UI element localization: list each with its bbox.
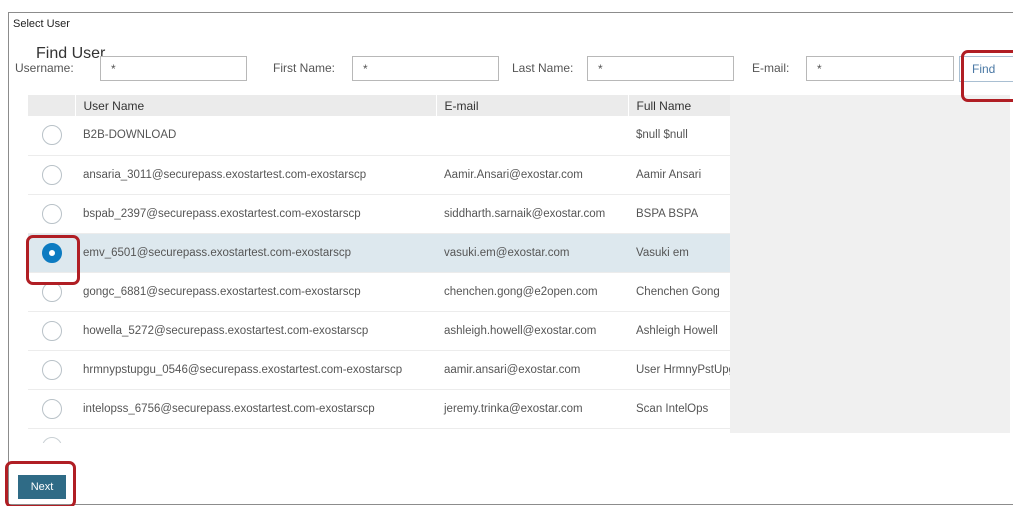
row-select-cell[interactable] <box>28 350 75 390</box>
fullname-cell: Scan IntelOps <box>628 389 730 429</box>
row-select-cell[interactable] <box>28 311 75 351</box>
email-cell: ashleigh.howell@exostar.com <box>436 311 628 351</box>
user-results-grid: User Name E-mail Full Name B2B-DOWNLOAD $… <box>28 95 730 433</box>
select-column-header <box>28 95 76 116</box>
fullname-cell: Chenchen Gong <box>628 272 730 312</box>
row-select-radio[interactable] <box>41 359 62 380</box>
email-cell: Aamir.Ansari@exostar.com <box>436 155 628 195</box>
row-select-radio[interactable] <box>41 281 62 302</box>
row-select-radio[interactable] <box>41 203 62 224</box>
table-row[interactable]: bspab_2397@securepass.exostartest.com-ex… <box>28 194 730 234</box>
row-select-cell[interactable] <box>28 272 75 312</box>
email-cell: siddharth.sarnaik@exostar.com <box>436 194 628 234</box>
row-select-cell[interactable] <box>28 233 75 273</box>
row-select-radio[interactable] <box>41 398 62 419</box>
email-cell <box>436 116 628 156</box>
username-cell: howella_5272@securepass.exostartest.com-… <box>75 311 436 351</box>
table-row[interactable]: howella_5272@securepass.exostartest.com-… <box>28 311 730 351</box>
last-name-label: Last Name: <box>512 61 574 75</box>
fullname-cell: Ashleigh Howell <box>628 311 730 351</box>
row-select-radio[interactable] <box>41 320 62 341</box>
last-name-input[interactable] <box>587 56 734 81</box>
email-label: E-mail: <box>752 61 790 75</box>
username-cell: emv_6501@securepass.exostartest.com-exos… <box>75 233 436 273</box>
search-criteria: Username: First Name: Last Name: E-mail: <box>0 56 1013 82</box>
email-cell: jeremy.trinka@exostar.com <box>436 389 628 429</box>
row-select-radio[interactable] <box>41 125 62 146</box>
username-cell: intelopss_6756@securepass.exostartest.co… <box>75 389 436 429</box>
table-row[interactable]: ansaria_3011@securepass.exostartest.com-… <box>28 155 730 195</box>
username-cell: ansaria_3011@securepass.exostartest.com-… <box>75 155 436 195</box>
first-name-input[interactable] <box>352 56 499 81</box>
fullname-cell: BSPA BSPA <box>628 194 730 234</box>
user-table: User Name E-mail Full Name B2B-DOWNLOAD $… <box>28 95 730 429</box>
table-header-row: User Name E-mail Full Name <box>28 95 730 116</box>
email-cell: vasuki.em@exostar.com <box>436 233 628 273</box>
fullname-column-header[interactable]: Full Name <box>628 95 730 116</box>
table-row[interactable]: B2B-DOWNLOAD $null $null <box>28 116 730 156</box>
fullname-cell: User HrmnyPstUpg <box>628 350 730 390</box>
username-input[interactable] <box>100 56 247 81</box>
username-cell: hrmnypstupgu_0546@securepass.exostartest… <box>75 350 436 390</box>
find-button[interactable]: Find <box>959 56 1013 82</box>
table-row[interactable]: hrmnypstupgu_0546@securepass.exostartest… <box>28 350 730 390</box>
email-input[interactable] <box>806 56 954 81</box>
panel-title: Select User <box>13 18 70 30</box>
row-select-cell[interactable] <box>28 194 75 234</box>
row-select-radio[interactable] <box>41 242 62 263</box>
first-name-label: First Name: <box>273 61 336 75</box>
email-cell: chenchen.gong@e2open.com <box>436 272 628 312</box>
table-row[interactable]: emv_6501@securepass.exostartest.com-exos… <box>28 233 730 273</box>
row-select-cell[interactable] <box>28 155 75 195</box>
row-select-cell[interactable] <box>28 116 75 156</box>
next-button[interactable]: Next <box>18 475 66 499</box>
fullname-cell: Vasuki em <box>628 233 730 273</box>
username-column-header[interactable]: User Name <box>75 95 437 116</box>
email-cell: aamir.ansari@exostar.com <box>436 350 628 390</box>
username-cell: bspab_2397@securepass.exostartest.com-ex… <box>75 194 436 234</box>
username-label: Username: <box>15 61 74 75</box>
row-select-radio[interactable] <box>41 164 62 185</box>
username-cell: gongc_6881@securepass.exostartest.com-ex… <box>75 272 436 312</box>
table-row[interactable]: intelopss_6756@securepass.exostartest.co… <box>28 389 730 429</box>
username-cell: B2B-DOWNLOAD <box>75 116 436 156</box>
fullname-cell: $null $null <box>628 116 730 156</box>
table-row[interactable]: gongc_6881@securepass.exostartest.com-ex… <box>28 272 730 312</box>
email-column-header[interactable]: E-mail <box>436 95 629 116</box>
row-select-cell[interactable] <box>28 389 75 429</box>
fullname-cell: Aamir Ansari <box>628 155 730 195</box>
grid-empty-area <box>730 95 1010 433</box>
